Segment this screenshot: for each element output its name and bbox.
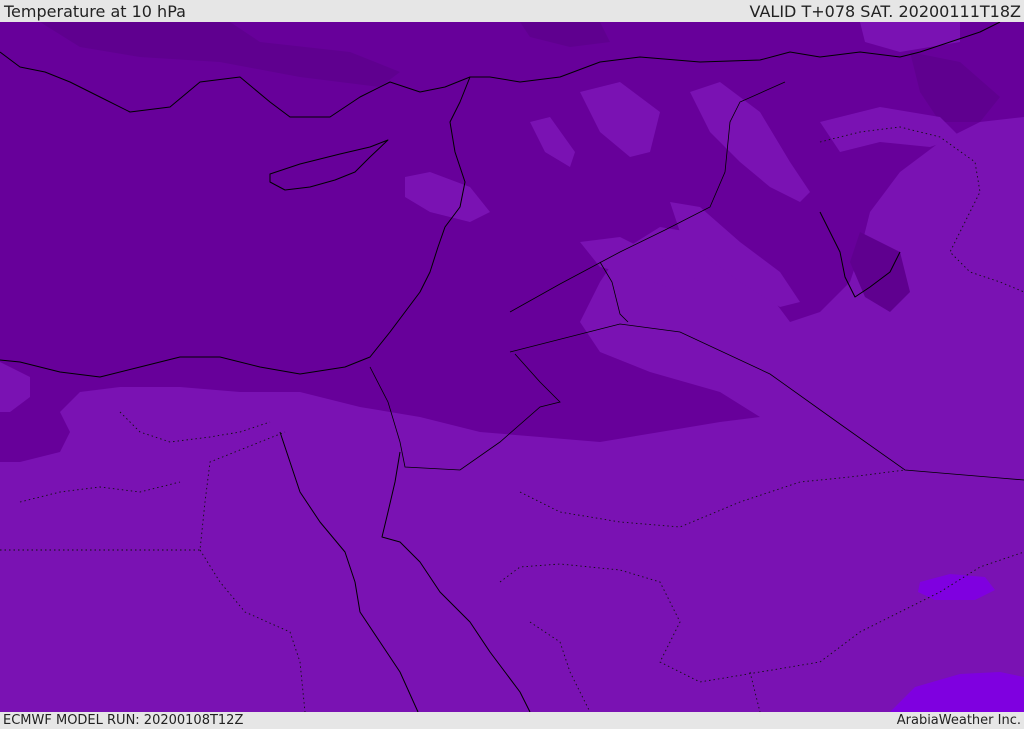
credit: ArabiaWeather Inc.: [896, 713, 1021, 728]
temperature-map: [0, 22, 1024, 712]
footer-bar: ECMWF MODEL RUN: 20200108T12Z ArabiaWeat…: [0, 712, 1024, 729]
map-title: Temperature at 10 hPa: [4, 1, 186, 21]
header-bar: Temperature at 10 hPa VALID T+078 SAT. 2…: [0, 0, 1024, 22]
valid-time: VALID T+078 SAT. 20200111T18Z: [749, 1, 1021, 21]
map-panel: Temperature at 10 hPa VALID T+078 SAT. 2…: [0, 0, 1024, 729]
model-run: ECMWF MODEL RUN: 20200108T12Z: [3, 713, 244, 728]
